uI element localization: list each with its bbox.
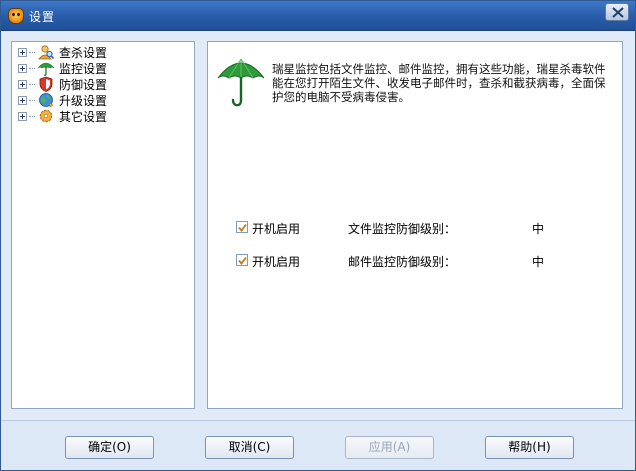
apply-button[interactable]: 应用(A) — [345, 436, 434, 459]
tree-item-label: 监控设置 — [59, 61, 108, 76]
monitor-description: 瑞星监控包括文件监控、邮件监控，拥有这些功能，瑞星杀毒软件能在您打开陌生文件、收… — [272, 62, 606, 104]
file-monitor-autostart-checkbox[interactable] — [236, 221, 248, 233]
monitor-settings-panel: 瑞星监控包括文件监控、邮件监控，拥有这些功能，瑞星杀毒软件能在您打开陌生文件、收… — [207, 41, 623, 409]
tree-connector — [29, 67, 35, 69]
expand-icon[interactable] — [18, 95, 27, 105]
tree-item-monitor-settings[interactable]: 监控设置 — [18, 60, 188, 76]
tree-item-label: 查杀设置 — [59, 45, 108, 60]
shield-icon — [39, 76, 53, 92]
tree-connector — [29, 115, 35, 117]
close-icon — [612, 7, 624, 18]
window-title: 设置 — [29, 10, 56, 24]
umbrella-icon — [217, 58, 265, 107]
tree-connector — [29, 83, 35, 85]
settings-tree: 查杀设置 监控设置 防御设置 升级设置 其它设置 — [11, 41, 195, 409]
umbrella-icon — [37, 62, 55, 76]
autostart-label: 开机启用 — [252, 255, 301, 269]
mail-monitor-level-label: 邮件监控防御级别： — [348, 255, 457, 269]
title-bar[interactable]: 设置 — [1, 1, 635, 31]
dialog-footer: 确定(O) 取消(C) 应用(A) 帮助(H) — [1, 420, 635, 470]
tree-item-scan-settings[interactable]: 查杀设置 — [18, 44, 188, 60]
close-button[interactable] — [605, 3, 629, 21]
file-monitor-row: 开机启用 文件监控防御级别： 中 — [236, 219, 616, 237]
tree-item-defense-settings[interactable]: 防御设置 — [18, 76, 188, 92]
expand-icon[interactable] — [18, 111, 27, 121]
mail-monitor-level-value[interactable]: 中 — [532, 253, 544, 270]
tree-connector — [29, 99, 35, 101]
autostart-label: 开机启用 — [252, 222, 301, 236]
tree-item-update-settings[interactable]: 升级设置 — [18, 92, 188, 108]
expand-icon[interactable] — [18, 63, 27, 73]
mail-monitor-row: 开机启用 邮件监控防御级别： 中 — [236, 252, 616, 270]
rising-lion-icon — [8, 8, 24, 24]
file-monitor-level-value[interactable]: 中 — [532, 220, 544, 237]
expand-icon[interactable] — [18, 79, 27, 89]
globe-update-icon — [39, 93, 54, 108]
gear-icon — [39, 109, 53, 123]
tree-connector — [29, 51, 35, 53]
tree-item-label: 其它设置 — [59, 109, 108, 124]
cancel-button[interactable]: 取消(C) — [205, 436, 294, 459]
magnifier-person-icon — [38, 45, 55, 60]
checkmark-icon — [238, 256, 247, 265]
tree-item-other-settings[interactable]: 其它设置 — [18, 108, 188, 124]
file-monitor-level-label: 文件监控防御级别： — [348, 222, 457, 236]
settings-window: 设置 查杀设置 监控设置 防御设置 升级设置 其它设置 瑞星监控包括文件监控、邮… — [0, 0, 636, 471]
tree-item-label: 升级设置 — [59, 93, 108, 108]
ok-button[interactable]: 确定(O) — [65, 436, 154, 459]
expand-icon[interactable] — [18, 47, 27, 57]
tree-item-label: 防御设置 — [59, 77, 108, 92]
mail-monitor-autostart-checkbox[interactable] — [236, 254, 248, 266]
dialog-body: 查杀设置 监控设置 防御设置 升级设置 其它设置 瑞星监控包括文件监控、邮件监控… — [1, 32, 635, 420]
help-button[interactable]: 帮助(H) — [485, 436, 574, 459]
checkmark-icon — [238, 223, 247, 232]
